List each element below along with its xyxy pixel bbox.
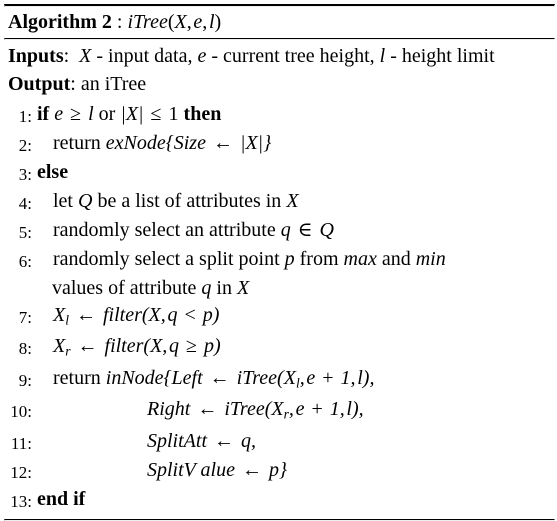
- step-number: 3:: [18, 165, 32, 184]
- algorithm-title-separator: :: [111, 11, 128, 33]
- step-number: 4:: [18, 194, 32, 213]
- step-content: randomly select an attribute q ∈ Q: [53, 219, 334, 241]
- step-number: 10:: [10, 402, 32, 422]
- step-content: SplitAtt ← q,: [147, 429, 256, 452]
- step-number: 5:: [18, 223, 32, 242]
- step-line: 4: let Q be a list of attributes in X: [4, 188, 553, 217]
- step-line: 8: Xr ← filter(X, q ≥ p): [4, 333, 553, 364]
- inputs-label: Inputs: [8, 45, 64, 67]
- step-number: 13:: [10, 491, 32, 511]
- step-content: end if: [37, 487, 86, 510]
- bottom-rule: [4, 518, 555, 521]
- inputs-text: X - input data, e - current tree height,…: [79, 45, 495, 67]
- output-text: an iTree: [80, 73, 147, 95]
- step-content: Xl ← filter(X, q < p): [53, 304, 220, 328]
- step-line: 12: SplitV alue ← p}: [4, 457, 553, 486]
- step-content: randomly select a split point p from max…: [53, 248, 446, 270]
- output-colon: :: [70, 73, 81, 95]
- algorithm-title: Algorithm 2 : iTree(X, e, l): [4, 7, 553, 38]
- step-content: if e ≥ l or |X| ≤ 1 then: [37, 103, 222, 125]
- step-line: 13: end if: [4, 486, 553, 515]
- io-block: Inputs: X - input data, e - current tree…: [4, 40, 553, 98]
- step-number: 12:: [10, 462, 32, 482]
- step-line: 2: return exNode{Size ← |X|}: [4, 130, 553, 159]
- step-line: 10: Right ← iTree(Xr, e + 1, l),: [4, 396, 553, 427]
- step-content: return inNode{Left ← iTree(Xl, e + 1, l)…: [53, 366, 375, 391]
- output-label: Output: [8, 73, 71, 95]
- algorithm-title-signature: iTree(X, e, l): [127, 11, 222, 33]
- step-line: 1: if e ≥ l or |X| ≤ 1 then: [4, 101, 553, 130]
- step-content: Right ← iTree(Xr, e + 1, l),: [147, 398, 364, 422]
- step-line: 6: randomly select a split point p from …: [4, 246, 553, 275]
- step-number: 2:: [18, 136, 32, 155]
- algorithm-block: Algorithm 2 : iTree(X, e, l) Inputs: X -…: [0, 4, 557, 521]
- step-line: 7: Xl ← filter(X, q < p): [4, 302, 553, 333]
- inputs-colon: :: [63, 45, 80, 67]
- inputs-line: Inputs: X - input data, e - current tree…: [4, 42, 553, 70]
- step-number: 7:: [18, 308, 32, 327]
- step-content: else: [37, 161, 69, 183]
- step-number: 6:: [18, 252, 32, 271]
- step-number: 11:: [10, 433, 32, 453]
- step-content: let Q be a list of attributes in X: [53, 190, 299, 212]
- step-line: 11: SplitAtt ← q,: [4, 428, 553, 457]
- step-content-continuation: values of attribute q in X: [52, 277, 250, 299]
- step-content: return exNode{Size ← |X|}: [53, 132, 272, 154]
- step-content: Xr ← filter(X, q ≥ p): [53, 335, 221, 359]
- step-line: 9: return inNode{Left ← iTree(Xl, e + 1,…: [4, 365, 553, 396]
- step-number: 1:: [18, 107, 32, 126]
- step-line: 5: randomly select an attribute q ∈ Q: [4, 217, 553, 246]
- step-content: SplitV alue ← p}: [147, 458, 287, 481]
- step-number: 8:: [18, 339, 32, 359]
- algorithm-title-label: Algorithm 2: [8, 11, 112, 33]
- step-line: 3: else: [4, 159, 553, 188]
- output-line: Output: an iTree: [4, 70, 553, 98]
- step-number: 9:: [18, 370, 32, 390]
- algorithm-steps: 1: if e ≥ l or |X| ≤ 1 then 2: return ex…: [4, 98, 553, 515]
